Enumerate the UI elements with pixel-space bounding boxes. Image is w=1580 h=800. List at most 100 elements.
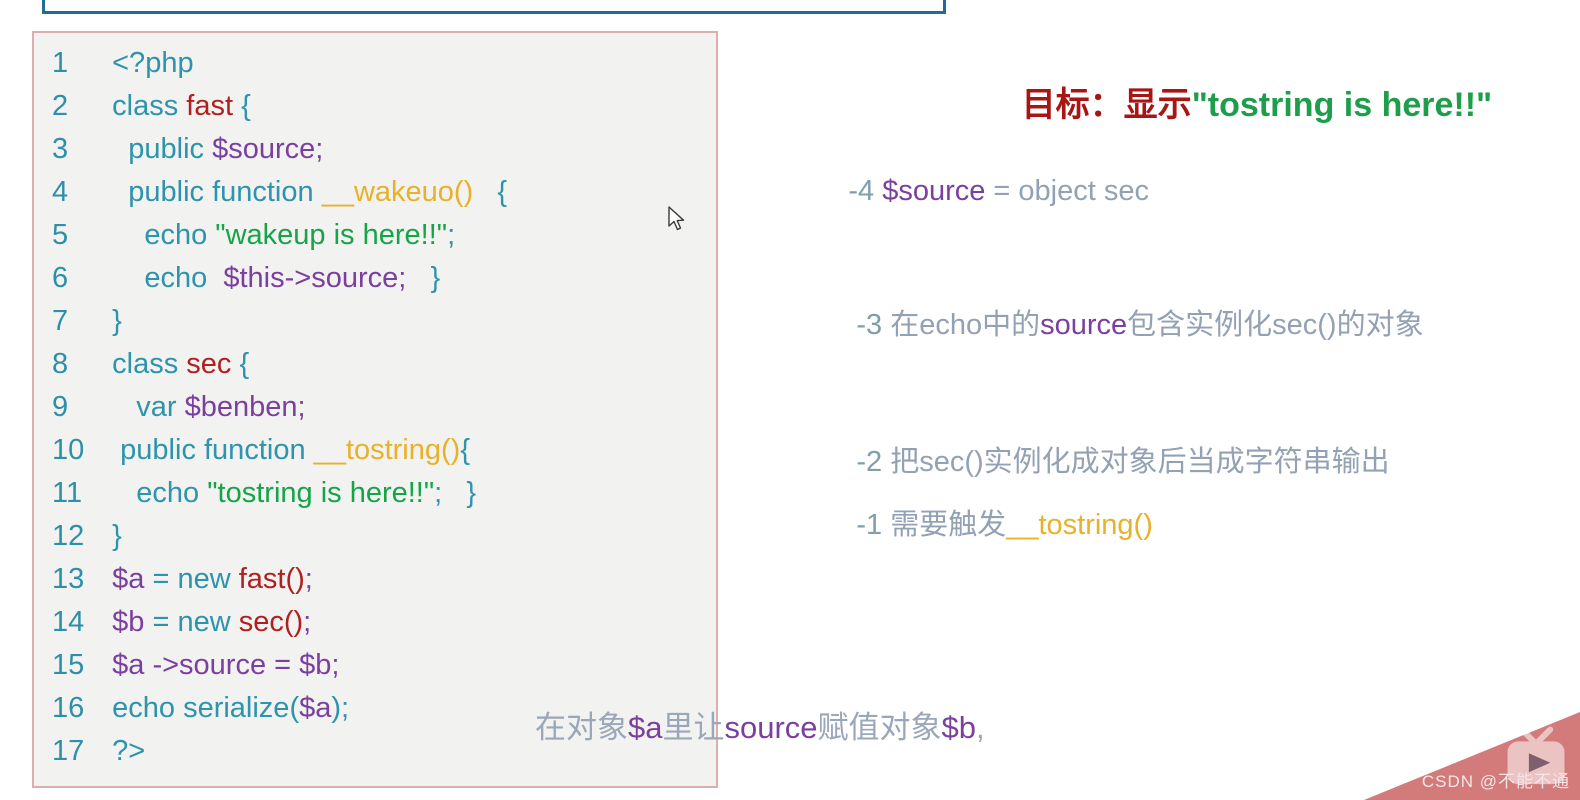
code-line: 12 } bbox=[34, 515, 716, 558]
line-number: 15 bbox=[52, 649, 85, 681]
code-token: $benben; bbox=[184, 391, 306, 423]
code-token: "wakeup is here!!" bbox=[215, 219, 448, 251]
note-token: 需要触发 bbox=[890, 509, 1007, 541]
code-text: echo "tostring is here!!"; } bbox=[96, 472, 716, 515]
code-token: { bbox=[231, 348, 250, 380]
code-line: 11 echo "tostring is here!!"; } bbox=[34, 472, 716, 515]
note-token: $source bbox=[882, 175, 986, 207]
code-token: $this->source; bbox=[223, 262, 407, 294]
code-line: 6 echo $this->source; } bbox=[34, 257, 716, 300]
mouse-cursor bbox=[668, 206, 685, 231]
code-token: public function bbox=[120, 434, 314, 466]
code-token: <?php bbox=[112, 47, 194, 79]
code-token: ; bbox=[304, 563, 313, 595]
code-token: public function bbox=[128, 176, 322, 208]
code-token: fast bbox=[186, 90, 234, 122]
code-token: class bbox=[112, 348, 187, 380]
code-line: 7 } bbox=[34, 300, 716, 343]
line-number: 14 bbox=[52, 606, 85, 638]
note-number: -3 bbox=[856, 309, 891, 341]
line-number: 13 bbox=[52, 563, 85, 595]
note-item-1: -1 需要触发__tostring() bbox=[808, 468, 1153, 576]
code-token: echo serialize( bbox=[112, 692, 300, 724]
code-line: 1 <?php bbox=[34, 42, 716, 85]
code-token: var bbox=[136, 391, 185, 423]
caption-token: 赋值对象 bbox=[817, 710, 942, 745]
note-token: 在echo中的 bbox=[890, 309, 1041, 341]
code-token: = new bbox=[144, 606, 239, 638]
note-token: __tostring() bbox=[1006, 509, 1153, 541]
code-token: $a bbox=[299, 692, 332, 724]
note-item-3: -3 在echo中的source包含实例化sec()的对象 bbox=[808, 268, 1423, 376]
code-line: 8 class sec { bbox=[34, 343, 716, 386]
code-token: ; } bbox=[434, 477, 477, 509]
line-number: 16 bbox=[52, 692, 85, 724]
caption-token: $b bbox=[941, 710, 977, 745]
note-number: -1 bbox=[856, 509, 891, 541]
code-token: ?> bbox=[112, 735, 146, 767]
code-token: "tostring is here!!" bbox=[207, 477, 435, 509]
code-line: 5 echo "wakeup is here!!"; bbox=[34, 214, 716, 257]
code-token: { bbox=[233, 90, 251, 122]
caption-token: $a bbox=[628, 710, 663, 745]
line-number: 2 bbox=[52, 90, 69, 122]
note-body: $source = object sec bbox=[882, 175, 1149, 207]
code-token: $b bbox=[112, 606, 145, 638]
slide-canvas: 1 <?php 2 class fast {3 public $source; 4 … bbox=[0, 0, 1580, 800]
code-line: 4 public function __wakeuo() { bbox=[34, 171, 716, 214]
line-number: 17 bbox=[52, 735, 85, 767]
line-number: 3 bbox=[52, 133, 69, 165]
code-token: $a bbox=[112, 563, 145, 595]
note-body: 需要触发__tostring() bbox=[890, 509, 1153, 541]
code-token: ); bbox=[331, 692, 350, 724]
code-line: 13 $a = new fast(); bbox=[34, 558, 716, 601]
line-number: 4 bbox=[52, 176, 69, 208]
code-text: echo $this->source; } bbox=[96, 257, 716, 300]
code-token: { bbox=[460, 434, 470, 466]
code-token: __tostring() bbox=[313, 434, 461, 466]
line-number: 7 bbox=[52, 305, 69, 337]
line-number: 10 bbox=[52, 434, 85, 466]
note-token: 包含实例化sec()的对象 bbox=[1127, 309, 1424, 341]
note-body: 在echo中的source包含实例化sec()的对象 bbox=[890, 309, 1423, 341]
note-item-4: -4 $source = object sec bbox=[800, 142, 1149, 241]
code-token: } bbox=[112, 305, 122, 337]
code-text: public $source; bbox=[96, 128, 716, 171]
code-text: $a = new fast(); bbox=[96, 558, 716, 601]
code-text: class fast { bbox=[96, 85, 716, 128]
code-text: var $benben; bbox=[96, 386, 716, 429]
code-line: 3 public $source; bbox=[34, 128, 716, 171]
code-token: echo bbox=[136, 477, 208, 509]
line-number: 8 bbox=[52, 348, 69, 380]
code-token: $source; bbox=[212, 133, 324, 165]
code-line: 10 public function __tostring(){ bbox=[34, 429, 716, 472]
code-text: <?php bbox=[96, 42, 716, 85]
code-token: } bbox=[112, 520, 122, 552]
code-token: echo bbox=[144, 262, 224, 294]
code-text: public function __tostring(){ bbox=[96, 429, 716, 472]
note-token: = object sec bbox=[985, 175, 1149, 207]
code-token: } bbox=[406, 262, 441, 294]
code-token: sec bbox=[186, 348, 232, 380]
code-text: } bbox=[96, 300, 716, 343]
code-token: echo bbox=[144, 219, 216, 251]
goal-label: 目标：显示 bbox=[1021, 86, 1192, 124]
line-number: 5 bbox=[52, 219, 69, 251]
code-token: sec() bbox=[238, 606, 304, 638]
code-token: public bbox=[128, 133, 213, 165]
goal-value: "tostring is here!!" bbox=[1191, 86, 1493, 124]
code-token: ; bbox=[303, 606, 312, 638]
caption-line-1: 在对象$a里让source赋值对象$b, bbox=[535, 706, 1265, 750]
code-token: { bbox=[473, 176, 508, 208]
